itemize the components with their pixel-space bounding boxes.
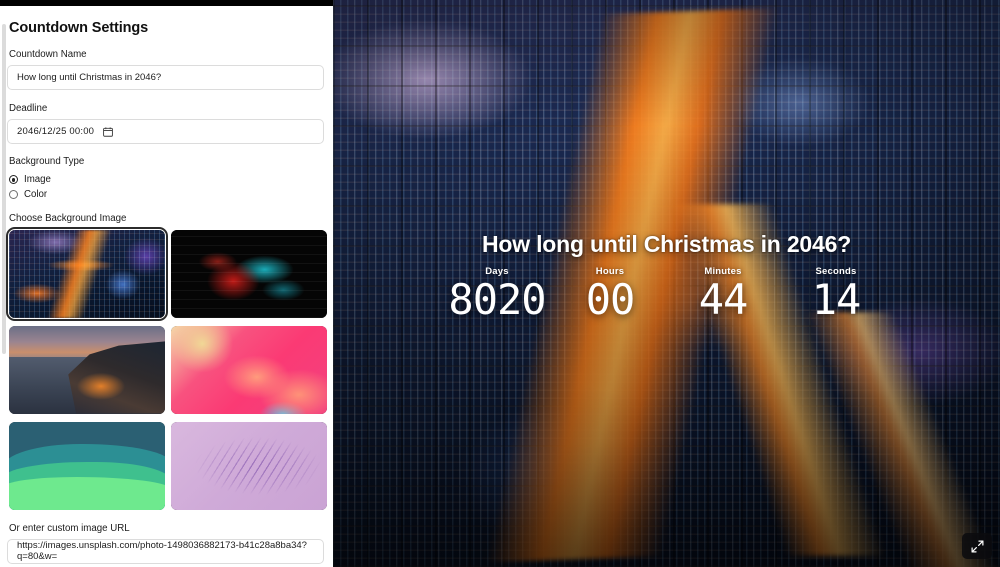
custom-image-url-label: Or enter custom image URL [9, 522, 130, 534]
thumbnail-art [9, 421, 165, 510]
radio-label-image: Image [24, 174, 51, 186]
countdown-preview: How long until Christmas in 2046? Days 8… [333, 0, 1000, 567]
deadline-input[interactable]: 2046/12/25 00:00 [7, 119, 324, 145]
thumbnail-art [171, 229, 327, 318]
countdown-unit-value: 00 [585, 274, 636, 324]
expand-arrows-icon [971, 540, 984, 553]
countdown-unit-seconds: Seconds 14 [780, 266, 893, 321]
background-type-radio-group: Image Color [7, 172, 324, 202]
custom-image-url-input[interactable]: https://images.unsplash.com/photo-149803… [7, 538, 324, 564]
fullscreen-button[interactable] [962, 533, 992, 559]
sidebar-scrollbar-thumb[interactable] [2, 24, 6, 354]
countdown-display: How long until Christmas in 2046? Days 8… [333, 231, 1000, 322]
background-thumbnail-grid [6, 226, 327, 510]
thumbnail-art [9, 325, 165, 414]
top-black-bar [0, 0, 333, 6]
countdown-units: Days 8020 Hours 00 Minutes 44 Seconds 14 [333, 266, 1000, 321]
radio-option-color[interactable]: Color [9, 187, 324, 202]
countdown-name-input[interactable]: How long until Christmas in 2046? [7, 65, 324, 91]
radio-label-color: Color [24, 189, 48, 201]
countdown-unit-minutes: Minutes 44 [667, 266, 780, 321]
countdown-title: How long until Christmas in 2046? [481, 231, 852, 257]
countdown-unit-value: 8020 [448, 274, 546, 324]
page-title: Countdown Settings [9, 20, 149, 36]
thumbnail-teal-green-wave-layers[interactable] [9, 421, 165, 510]
thumbnail-art [171, 421, 327, 510]
radio-mark-image[interactable] [9, 175, 18, 185]
thumbnail-purple-topographic[interactable] [171, 421, 327, 510]
deadline-label: Deadline [9, 103, 48, 115]
thumbnail-coastal-village-sunset[interactable] [9, 325, 165, 414]
background-type-label: Background Type [9, 156, 85, 168]
choose-background-image-label: Choose Background Image [9, 213, 127, 225]
countdown-unit-value: 44 [698, 274, 749, 324]
thumbnail-art [171, 325, 327, 414]
countdown-unit-days: Days 8020 [441, 266, 554, 321]
radio-option-image[interactable]: Image [9, 172, 324, 187]
thumbnail-dark-abstract-neural[interactable] [171, 229, 327, 318]
thumbnail-art [9, 229, 165, 318]
countdown-app: Countdown Settings Countdown Name How lo… [0, 0, 1000, 567]
settings-sidebar: Countdown Settings Countdown Name How lo… [0, 6, 333, 567]
countdown-name-label: Countdown Name [9, 49, 87, 60]
countdown-unit-hours: Hours 00 [554, 266, 667, 321]
countdown-unit-value: 14 [811, 274, 862, 324]
calendar-icon[interactable] [103, 127, 114, 137]
thumbnail-pink-gradient-blobs[interactable] [171, 325, 327, 414]
thumbnail-night-city-skyline[interactable] [6, 226, 168, 321]
radio-mark-color[interactable] [9, 190, 18, 200]
deadline-value: 2046/12/25 00:00 [17, 126, 95, 138]
sidebar-scrollbar-track[interactable] [1, 14, 6, 565]
